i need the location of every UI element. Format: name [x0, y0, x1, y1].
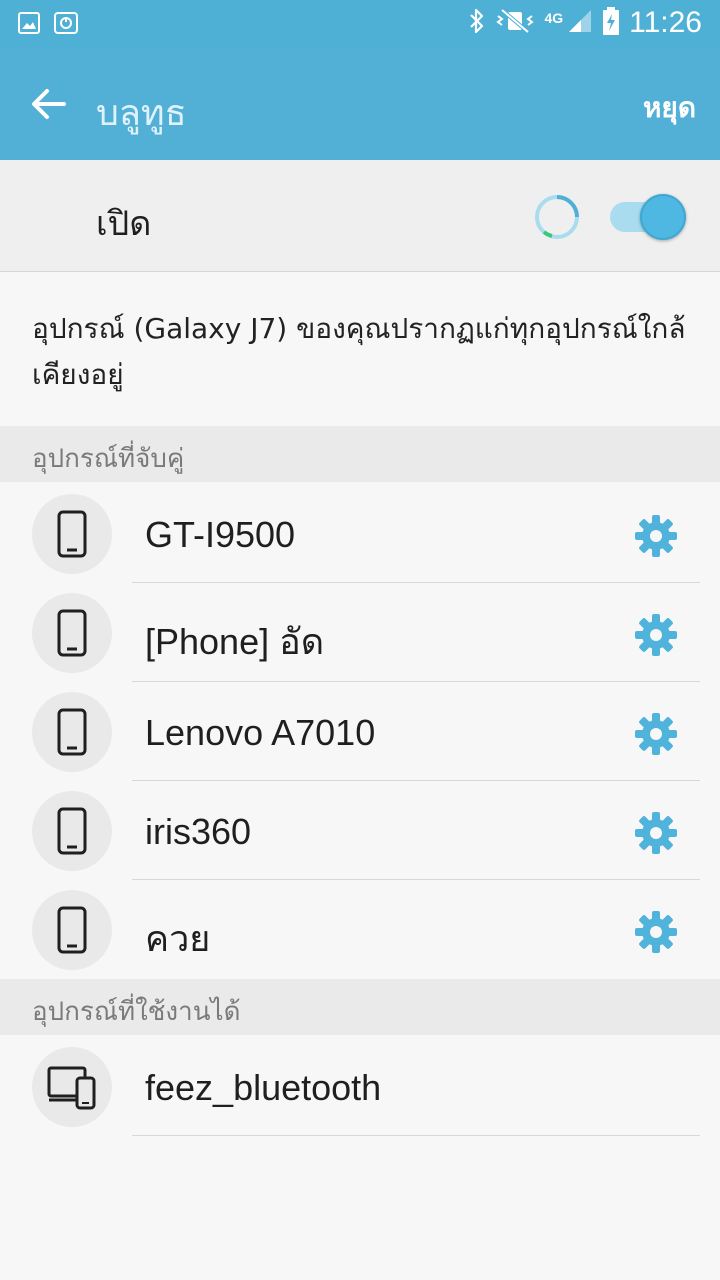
device-settings-gear-icon[interactable]: [632, 512, 680, 560]
master-switch-label: เปิด: [96, 204, 152, 244]
phone-icon: [32, 890, 112, 970]
computer-phone-icon: [32, 1047, 112, 1127]
device-settings-gear-icon[interactable]: [632, 611, 680, 659]
available-device-row[interactable]: feez_bluetooth: [0, 1037, 720, 1136]
device-name: Lenovo A7010: [145, 712, 376, 753]
device-name: iris360: [145, 811, 252, 852]
stop-button[interactable]: หยุด: [643, 86, 696, 130]
device-name: feez_bluetooth: [145, 1067, 382, 1108]
back-arrow-icon: [32, 89, 66, 119]
page-title: บลูทูธ: [96, 93, 187, 134]
network-type-label: 4G: [544, 10, 564, 26]
app-bar: บลูทูธ หยุด: [0, 48, 720, 160]
device-settings-gear-icon[interactable]: [632, 908, 680, 956]
device-name: ควย: [145, 918, 211, 959]
available-devices-header-label: อุปกรณ์ที่ใช้งานได้: [32, 997, 241, 1027]
paired-device-row[interactable]: iris360: [0, 781, 720, 880]
scanning-spinner-icon: [534, 194, 580, 244]
visibility-description: อุปกรณ์ (Galaxy J7) ของคุณปรากฏแก่ทุกอุป…: [32, 312, 686, 391]
phone-icon: [32, 791, 112, 871]
phone-icon: [32, 692, 112, 772]
toggle-knob: [640, 194, 686, 240]
paired-device-row[interactable]: [Phone] อัด: [0, 583, 720, 682]
available-devices-header: อุปกรณ์ที่ใช้งานได้: [0, 979, 720, 1035]
phone-icon: [32, 494, 112, 574]
screen-icon: [54, 12, 78, 38]
status-time: 11:26: [629, 6, 702, 39]
status-bar: 4G 11:26: [0, 0, 720, 48]
back-button[interactable]: [26, 82, 70, 126]
vibrate-mute-icon: [496, 8, 535, 38]
device-name: GT-I9500: [145, 514, 296, 555]
bluetooth-icon: [468, 8, 486, 38]
bluetooth-toggle[interactable]: [606, 194, 686, 240]
device-settings-gear-icon[interactable]: [632, 710, 680, 758]
phone-icon: [32, 593, 112, 673]
paired-devices-header-label: อุปกรณ์ที่จับคู่: [32, 444, 185, 474]
battery-charging-icon: [603, 7, 620, 39]
device-settings-gear-icon[interactable]: [632, 809, 680, 857]
device-name: [Phone] อัด: [145, 621, 325, 662]
paired-devices-header: อุปกรณ์ที่จับคู่: [0, 426, 720, 482]
paired-device-row[interactable]: ควย: [0, 880, 720, 979]
paired-device-row[interactable]: Lenovo A7010: [0, 682, 720, 781]
gallery-icon: [18, 12, 40, 38]
row-divider: [132, 1135, 700, 1136]
signal-icon: [567, 8, 593, 38]
paired-device-row[interactable]: GT-I9500: [0, 484, 720, 583]
